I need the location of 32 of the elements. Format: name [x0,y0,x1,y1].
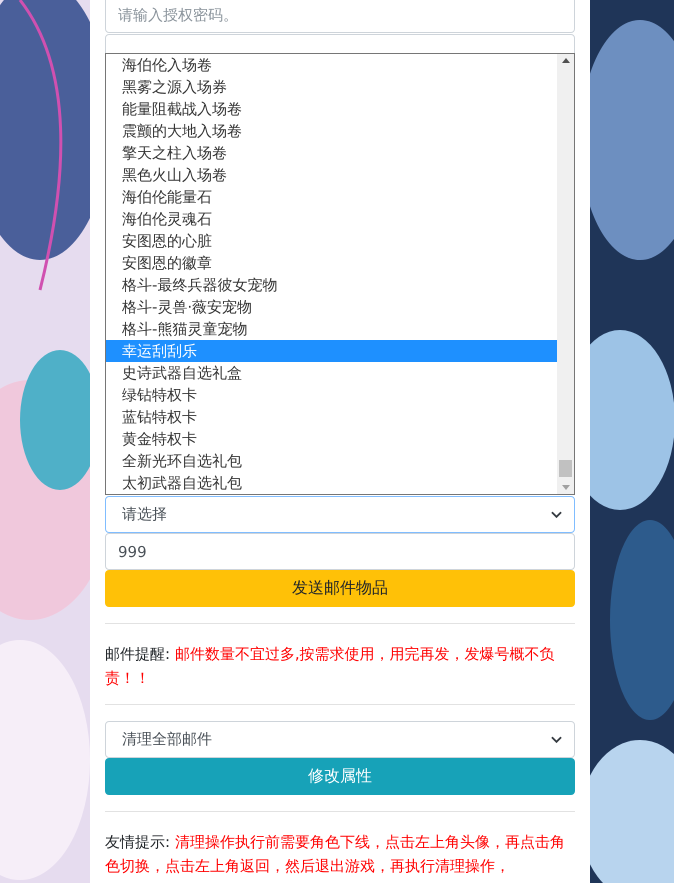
friendly-tip: 友情提示: 清理操作执行前需要角色下线，点击左上角头像，再点击角色切换，点击左上角返回，然后退出游戏，再执行清理操作， [105,832,566,877]
dropdown-option[interactable]: 海伯伦入场卷 [106,54,557,76]
dropdown-option[interactable]: 能量阻截战入场卷 [106,98,557,120]
scrollbar-thumb[interactable] [559,460,572,477]
dropdown-option[interactable]: 绿钻特权卡 [106,384,557,406]
quantity-field[interactable]: 999 [105,533,575,570]
dropdown-option[interactable]: 全新光环自选礼包 [106,450,557,472]
dropdown-option[interactable]: 蓝钻特权卡 [106,406,557,428]
dropdown-option[interactable]: 太初武器自选礼包 [106,472,557,494]
dropdown-option[interactable]: 擎天之柱入场卷 [106,142,557,164]
dropdown-option[interactable]: 海伯伦能量石 [106,186,557,208]
dropdown-option[interactable]: 安图恩的徽章 [106,252,557,274]
chevron-down-icon [551,510,562,518]
dropdown-option[interactable]: 黑色火山入场卷 [106,164,557,186]
dropdown-option[interactable]: 黑雾之源入场券 [106,76,557,98]
dropdown-option[interactable]: 格斗-灵兽·薇安宠物 [106,296,557,318]
scroll-up-icon[interactable] [562,58,570,63]
send-mail-button[interactable]: 发送邮件物品 [105,570,575,607]
clear-mail-select[interactable]: 清理全部邮件 [105,721,575,758]
item-select[interactable]: 请选择 [105,496,575,533]
dropdown-option[interactable]: 史诗武器自选礼盒 [106,362,557,384]
dropdown-option[interactable]: 格斗-最终兵器彼女宠物 [106,274,557,296]
dropdown-option[interactable]: 黄金特权卡 [106,428,557,450]
chevron-down-icon [551,736,562,744]
dropdown-option[interactable]: 格斗-熊猫灵童宠物 [106,318,557,340]
mail-notice: 邮件提醒: 邮件数量不宜过多,按需求使用，用完再发，发爆号概不负责！！ [105,644,556,689]
scroll-down-icon[interactable] [562,485,570,490]
dropdown-option[interactable]: 安图恩的心脏 [106,230,557,252]
dropdown-option[interactable]: 震颤的大地入场卷 [106,120,557,142]
password-field[interactable]: 请输入授权密码。 [105,0,575,33]
dropdown-option[interactable]: 海伯伦灵魂石 [106,208,557,230]
scrollbar[interactable] [557,54,574,494]
